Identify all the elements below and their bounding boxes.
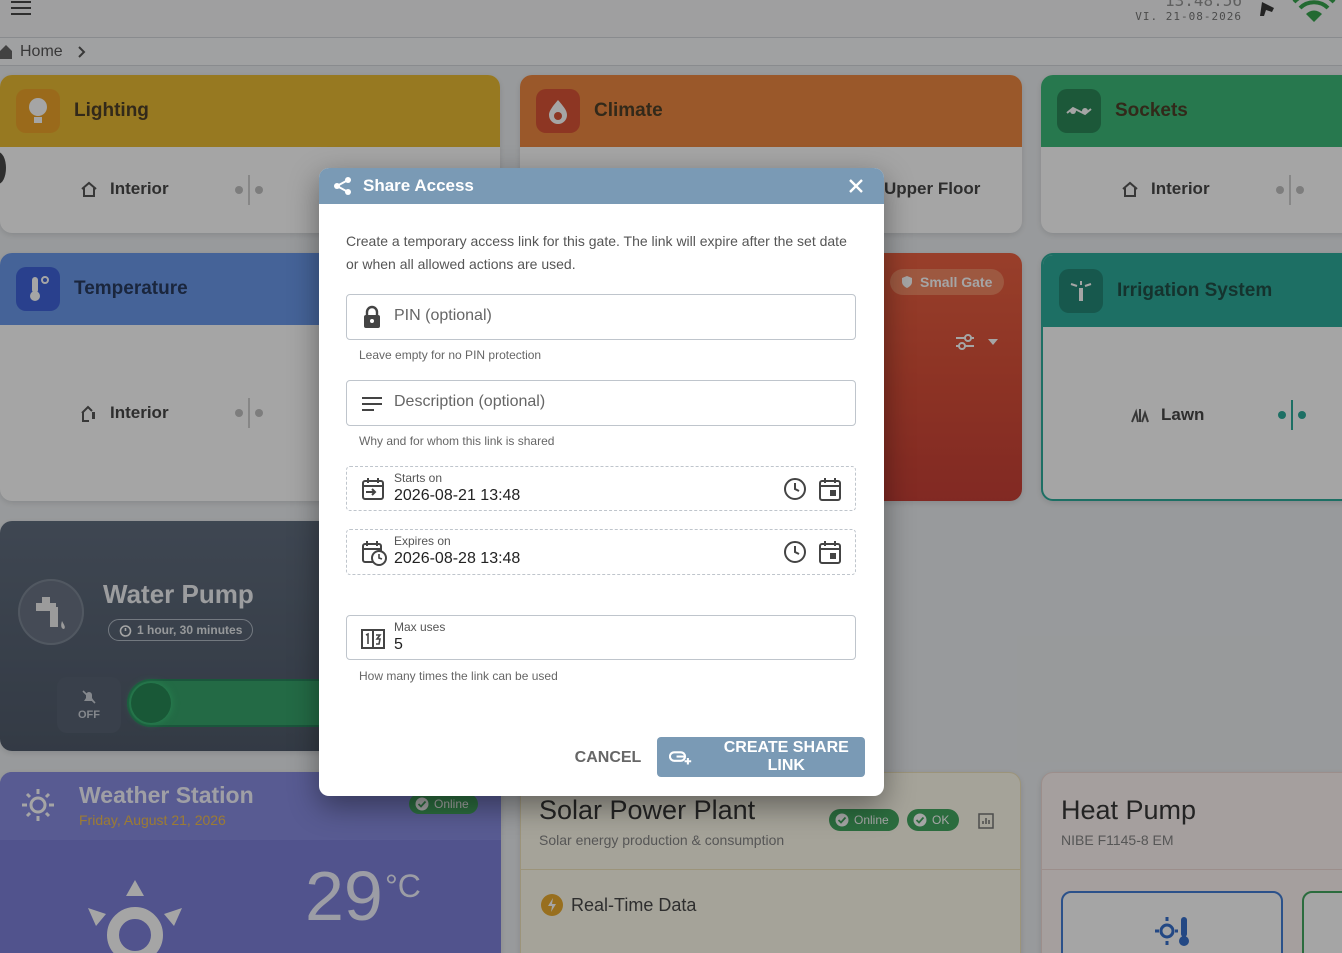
starts-on-label: Starts on: [394, 471, 443, 485]
max-uses-value: 5: [394, 636, 403, 653]
calendar-clock-icon: [362, 541, 387, 566]
share-access-dialog: Share Access Create a temporary access l…: [319, 168, 884, 796]
starts-on-value: 2026-08-21 13:48: [394, 487, 521, 504]
pin-field[interactable]: PIN (optional): [346, 294, 856, 340]
description-placeholder: Description (optional): [394, 393, 546, 410]
max-uses-field[interactable]: Max uses 5: [346, 615, 856, 660]
create-share-link-button[interactable]: CREATE SHARE LINK: [657, 737, 865, 777]
notes-icon: [362, 397, 382, 411]
close-icon[interactable]: [846, 176, 866, 196]
share-icon: [334, 177, 351, 195]
dialog-header: Share Access: [319, 168, 884, 204]
clock-icon[interactable]: [783, 540, 807, 564]
calendar-icon[interactable]: [819, 540, 841, 564]
expires-on-label: Expires on: [394, 534, 451, 548]
expires-on-value: 2026-08-28 13:48: [394, 550, 521, 567]
calendar-icon[interactable]: [819, 477, 841, 501]
create-share-link-label: CREATE SHARE LINK: [723, 739, 849, 774]
max-uses-label: Max uses: [394, 620, 446, 634]
calendar-start-icon: [362, 478, 384, 500]
dialog-title: Share Access: [363, 176, 474, 195]
clock-icon[interactable]: [783, 477, 807, 501]
description-hint: Why and for whom this link is shared: [359, 434, 555, 448]
lock-icon: [364, 305, 380, 328]
pin-placeholder: PIN (optional): [394, 307, 492, 324]
expires-on-field[interactable]: Expires on 2026-08-28 13:48: [346, 529, 856, 575]
starts-on-field[interactable]: Starts on 2026-08-21 13:48: [346, 466, 856, 511]
max-uses-hint: How many times the link can be used: [359, 669, 558, 683]
dialog-description: Create a temporary access link for this …: [346, 233, 847, 272]
link-add-icon: [669, 751, 692, 765]
description-field[interactable]: Description (optional): [346, 380, 856, 426]
cancel-button[interactable]: CANCEL: [573, 746, 643, 770]
pin-hint: Leave empty for no PIN protection: [359, 348, 542, 362]
counter-icon: [361, 629, 385, 649]
